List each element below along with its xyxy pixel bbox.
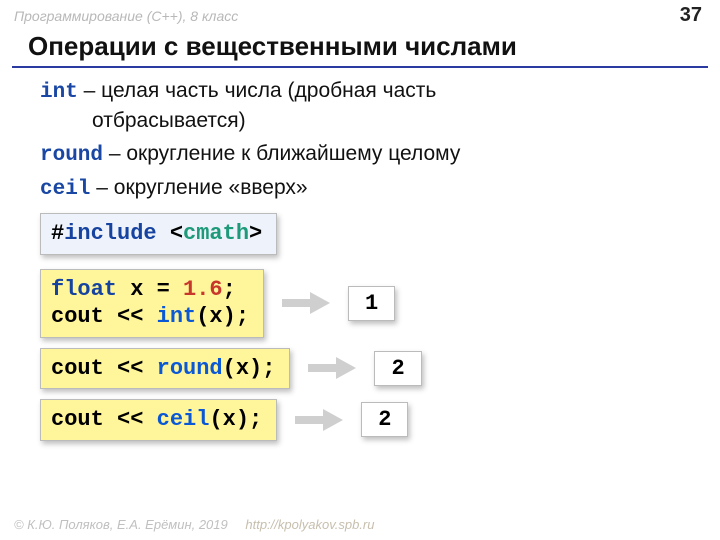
- copyright: © К.Ю. Поляков, Е.А. Ерёмин, 2019: [14, 517, 228, 532]
- def-round-text: – округление к ближайшему целому: [103, 142, 460, 165]
- tok-include: include: [64, 221, 156, 246]
- tok-gt: >: [249, 221, 262, 246]
- tok-arg2: (x): [223, 356, 263, 381]
- row-round: cout << round(x); 2: [40, 348, 692, 390]
- tok-xeq: x =: [117, 277, 183, 302]
- tok-lt: <: [170, 221, 183, 246]
- def-int: int – целая часть числа (дробная часть: [40, 78, 692, 106]
- tok-cout3: cout <<: [51, 407, 157, 432]
- code-include: #include <cmath>: [40, 213, 277, 255]
- tok-semi4: ;: [249, 407, 262, 432]
- tok-lit: 1.6: [183, 277, 223, 302]
- tok-space: [157, 221, 170, 246]
- def-ceil-text: – округление «вверх»: [90, 176, 307, 199]
- kw-round: round: [40, 144, 103, 167]
- code-area: #include <cmath> float x = 1.6; cout << …: [40, 213, 692, 441]
- slide-header: Программирование (C++), 8 класс 37: [0, 0, 720, 29]
- footer-url: http://kpolyakov.spb.ru: [245, 517, 374, 532]
- tok-arg1: (x): [196, 304, 236, 329]
- result-int: 1: [348, 286, 395, 321]
- title-underline: [12, 66, 708, 68]
- tok-cout1: cout <<: [51, 304, 157, 329]
- tok-ceilfn: ceil: [157, 407, 210, 432]
- tok-arg3: (x): [209, 407, 249, 432]
- code-ceil: cout << ceil(x);: [40, 399, 277, 441]
- arrow-icon: [295, 407, 343, 433]
- tok-roundfn: round: [157, 356, 223, 381]
- page-number: 37: [680, 4, 702, 27]
- tok-semi2: ;: [236, 304, 249, 329]
- result-round: 2: [374, 351, 421, 386]
- kw-ceil: ceil: [40, 178, 90, 201]
- arrow-icon: [308, 355, 356, 381]
- def-ceil: ceil – округление «вверх»: [40, 175, 692, 203]
- tok-semi1: ;: [223, 277, 236, 302]
- slide-title: Операции с вещественными числами: [0, 29, 720, 66]
- course-label: Программирование (C++), 8 класс: [14, 8, 238, 24]
- tok-semi3: ;: [262, 356, 275, 381]
- def-int-cont: отбрасывается): [40, 108, 692, 134]
- row-ceil: cout << ceil(x); 2: [40, 399, 692, 441]
- tok-cout2: cout <<: [51, 356, 157, 381]
- def-round: round – округление к ближайшему целому: [40, 141, 692, 169]
- def-int-text: – целая часть числа (дробная часть: [78, 79, 437, 102]
- content-area: int – целая часть числа (дробная часть о…: [0, 76, 720, 441]
- tok-float: float: [51, 277, 117, 302]
- arrow-icon: [282, 290, 330, 316]
- code-round: cout << round(x);: [40, 348, 290, 390]
- result-ceil: 2: [361, 402, 408, 437]
- tok-intfn: int: [157, 304, 197, 329]
- tok-hash: #: [51, 221, 64, 246]
- row-int: float x = 1.6; cout << int(x); 1: [40, 269, 692, 338]
- kw-int: int: [40, 81, 78, 104]
- code-int: float x = 1.6; cout << int(x);: [40, 269, 264, 338]
- tok-cmath: cmath: [183, 221, 249, 246]
- footer: © К.Ю. Поляков, Е.А. Ерёмин, 2019 http:/…: [14, 517, 374, 532]
